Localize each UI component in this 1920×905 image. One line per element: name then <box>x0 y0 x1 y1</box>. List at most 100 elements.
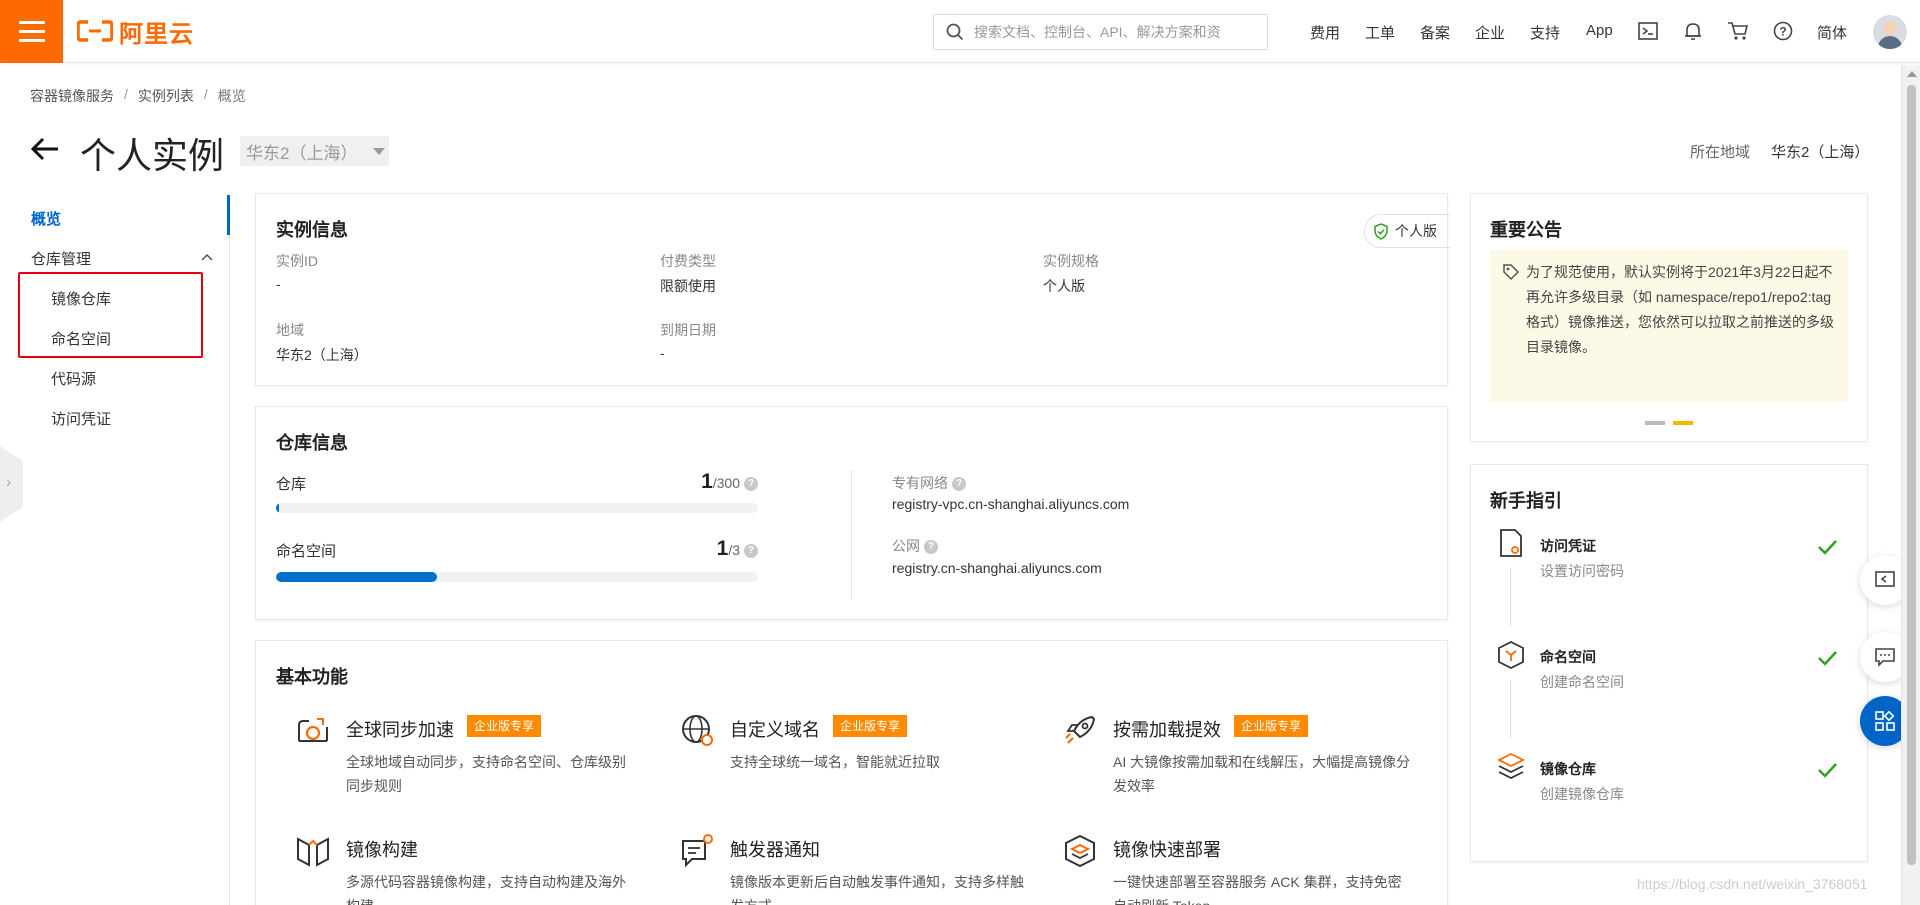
public-endpoint[interactable]: registry.cn-shanghai.aliyuncs.com <box>892 560 1102 576</box>
check-icon <box>1818 540 1837 555</box>
logo-text: 阿里云 <box>119 20 194 48</box>
chat-icon <box>1875 648 1895 667</box>
namespace-count-total: /3 <box>728 542 740 558</box>
sidebar-group-repo-mgmt[interactable]: 仓库管理 <box>31 248 91 269</box>
guide-connector <box>1510 568 1511 626</box>
watermark: https://blog.csdn.net/weixin_3768051 <box>1637 876 1868 892</box>
language-switch[interactable]: 简体 <box>1817 22 1847 43</box>
page-title: 个人实例 <box>80 135 225 176</box>
breadcrumb-item-service[interactable]: 容器镜像服务 <box>30 86 114 106</box>
feature-title-deploy: 镜像快速部署 <box>1113 840 1221 860</box>
feature-desc-trigger: 镜像版本更新后自动触发事件通知，支持多样触发方式 <box>730 874 1024 905</box>
nav-enterprise[interactable]: 企业 <box>1475 22 1505 43</box>
namespace-progress-fill <box>276 572 437 582</box>
carousel-dots <box>1645 421 1693 425</box>
nav-support[interactable]: 支持 <box>1530 22 1560 43</box>
menu-icon[interactable] <box>0 0 63 63</box>
repo-count-used: 1 <box>701 470 713 493</box>
region-label: 所在地域 <box>1690 144 1751 161</box>
breadcrumb: 容器镜像服务 / 实例列表 / 概览 <box>30 86 246 106</box>
rocket-icon <box>1065 715 1096 744</box>
help-icon[interactable]: ? <box>924 540 938 555</box>
image-build-icon <box>297 837 329 867</box>
field-value-spec: 个人版 <box>1043 278 1085 294</box>
search-icon <box>946 23 964 41</box>
guide-step-title-credentials[interactable]: 访问凭证 <box>1540 536 1596 556</box>
breadcrumb-item-instances[interactable]: 实例列表 <box>138 86 194 106</box>
aliyun-logo[interactable]: 阿里云 <box>77 16 194 48</box>
sidebar-item-code-source[interactable]: 代码源 <box>51 368 96 389</box>
nav-icp[interactable]: 备案 <box>1420 22 1450 43</box>
guide-step-title-namespace[interactable]: 命名空间 <box>1540 647 1596 667</box>
trigger-icon <box>682 834 713 868</box>
nav-app[interactable]: App <box>1586 22 1613 39</box>
repo-count-total: /300 <box>712 475 740 491</box>
help-icon[interactable]: ? <box>744 544 758 559</box>
apps-grid-icon <box>1875 710 1895 731</box>
feature-title-trigger: 触发器通知 <box>730 840 820 860</box>
public-label: 公网? <box>892 536 938 556</box>
guide-step-title-image-repo[interactable]: 镜像仓库 <box>1540 759 1596 779</box>
scroll-thumb[interactable] <box>1907 85 1916 865</box>
chevron-right-icon: › <box>6 474 12 491</box>
credential-icon <box>1500 529 1522 557</box>
repo-count: 1/300? <box>640 470 758 494</box>
feature-title-global-sync: 全球同步加速 <box>346 720 454 740</box>
carousel-dot-active[interactable] <box>1673 421 1693 425</box>
divider <box>851 470 852 600</box>
highlight-annotation-box <box>18 272 203 358</box>
instance-info-title: 实例信息 <box>276 220 348 240</box>
enterprise-tag: 企业版专享 <box>1234 715 1309 737</box>
namespace-icon <box>1498 640 1524 670</box>
instance-info-card <box>255 193 1448 386</box>
nav-ticket[interactable]: 工单 <box>1365 22 1395 43</box>
search-input[interactable] <box>974 24 1254 40</box>
field-label-spec: 实例规格 <box>1043 253 1099 269</box>
namespace-count: 1/3? <box>640 537 758 561</box>
vpc-label: 专有网络? <box>892 473 966 493</box>
svg-text:?: ? <box>1779 25 1786 39</box>
field-label-region: 地域 <box>276 322 304 338</box>
field-label-expire: 到期日期 <box>660 322 716 338</box>
vpc-endpoint[interactable]: registry-vpc.cn-shanghai.aliyuncs.com <box>892 496 1129 512</box>
top-bar: 阿里云 费用 工单 备案 企业 支持 App ? 简体 <box>0 0 1920 63</box>
notice-text: 为了规范使用，默认实例将于2021年3月22日起不再允许多级目录（如 names… <box>1526 264 1834 355</box>
terminal-icon[interactable] <box>1637 20 1659 42</box>
help-icon[interactable]: ? <box>1772 20 1794 42</box>
nav-billing[interactable]: 费用 <box>1310 22 1340 43</box>
feature-desc-custom-domain: 支持全球统一域名，智能就近拉取 <box>730 754 940 770</box>
field-label-billing-type: 付费类型 <box>660 253 716 269</box>
scrollbar[interactable] <box>1901 65 1920 905</box>
breadcrumb-separator: / <box>124 86 128 102</box>
carousel-dot[interactable] <box>1645 421 1665 425</box>
avatar[interactable] <box>1873 15 1907 49</box>
scroll-up-arrow-icon[interactable] <box>1907 71 1917 77</box>
chevron-up-icon[interactable] <box>200 250 214 264</box>
feature-title-lazy-load: 按需加载提效 <box>1113 720 1221 740</box>
edition-badge-label: 个人版 <box>1395 223 1437 239</box>
feature-desc-lazy-load: AI 大镜像按需加载和在线解压，大幅提高镜像分发效率 <box>1113 754 1411 794</box>
help-icon[interactable]: ? <box>744 477 758 492</box>
feature-title-image-build: 镜像构建 <box>346 840 418 860</box>
global-sync-icon <box>298 718 328 742</box>
help-icon[interactable]: ? <box>952 477 966 492</box>
region-value: 华东2（上海） <box>1771 144 1870 161</box>
tag-icon <box>1503 264 1520 281</box>
enterprise-tag: 企业版专享 <box>833 715 908 737</box>
back-arrow-icon[interactable] <box>30 134 60 164</box>
check-icon <box>1818 763 1837 778</box>
guide-connector <box>1510 680 1511 738</box>
field-label-instance-id: 实例ID <box>276 253 318 269</box>
guide-title: 新手指引 <box>1490 491 1562 511</box>
image-repo-icon <box>1497 752 1525 780</box>
deploy-icon <box>1065 834 1095 868</box>
cart-icon[interactable] <box>1727 20 1749 42</box>
search-box[interactable] <box>933 14 1268 50</box>
sidebar-item-overview[interactable]: 概览 <box>31 208 61 229</box>
sidebar-item-credentials[interactable]: 访问凭证 <box>51 408 111 429</box>
region-select[interactable]: 华东2（上海） <box>240 136 389 166</box>
edition-badge: 个人版 <box>1364 214 1450 248</box>
repo-progress-bar <box>276 503 758 513</box>
custom-domain-icon <box>682 715 713 746</box>
bell-icon[interactable] <box>1682 20 1704 42</box>
